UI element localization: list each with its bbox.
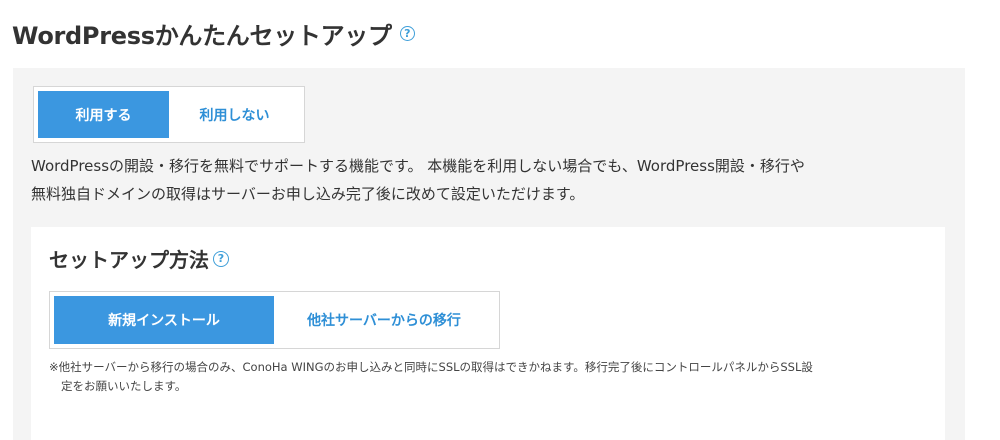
help-icon[interactable]: ? <box>399 26 415 41</box>
note-line-1: ※他社サーバーから移行の場合のみ、ConoHa WINGのお申し込みと同時にSS… <box>49 360 813 374</box>
setup-description: WordPressの開設・移行を無料でサポートする機能です。 本機能を利用しない… <box>31 152 956 208</box>
page-title: WordPressかんたんセットアップ ? <box>12 16 415 51</box>
migration-button[interactable]: 他社サーバーからの移行 <box>274 296 494 344</box>
migration-note: ※他社サーバーから移行の場合のみ、ConoHa WINGのお申し込みと同時にSS… <box>49 358 934 396</box>
setup-panel: 利用する 利用しない WordPressの開設・移行を無料でサポートする機能です… <box>13 68 965 440</box>
new-install-button[interactable]: 新規インストール <box>54 296 274 344</box>
setup-method-card: セットアップ方法 ? 新規インストール 他社サーバーからの移行 ※他社サーバーか… <box>31 227 945 440</box>
not-use-button[interactable]: 利用しない <box>169 91 300 138</box>
help-icon[interactable]: ? <box>213 250 229 267</box>
page-title-text: WordPressかんたんセットアップ <box>12 22 392 50</box>
setup-method-title-text: セットアップ方法 <box>49 248 209 272</box>
description-line-2: 無料独自ドメインの取得はサーバーお申し込み完了後に改めて設定いただけます。 <box>31 185 585 203</box>
setup-method-toggle: 新規インストール 他社サーバーからの移行 <box>49 291 500 349</box>
use-button[interactable]: 利用する <box>38 91 169 138</box>
note-line-2: 定をお願いいたします。 <box>61 379 187 393</box>
setup-method-title: セットアップ方法 ? <box>49 244 229 273</box>
wordpress-setup-toggle: 利用する 利用しない <box>33 86 305 143</box>
description-line-1: WordPressの開設・移行を無料でサポートする機能です。 本機能を利用しない… <box>31 157 805 175</box>
